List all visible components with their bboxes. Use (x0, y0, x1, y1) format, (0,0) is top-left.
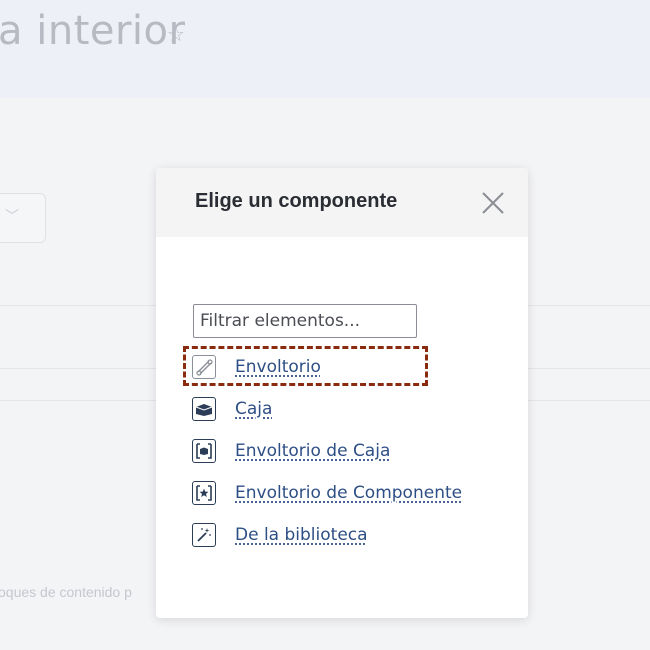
list-item-from-library[interactable]: De la biblioteca (192, 514, 512, 556)
box-wrapper-icon (192, 439, 216, 463)
chevron-down-icon: ﹀ (5, 208, 19, 224)
close-icon (482, 192, 504, 214)
box-icon (192, 397, 216, 421)
component-picker-dialog: Elige un componente Envoltorio (156, 168, 528, 618)
item-label[interactable]: Envoltorio de Componente (235, 483, 462, 503)
list-item-box[interactable]: Caja (192, 388, 512, 430)
item-label[interactable]: Caja (235, 399, 272, 419)
dialog-title: Elige un componente (195, 190, 398, 212)
item-label[interactable]: De la biblioteca (235, 525, 368, 545)
magic-wand-icon (192, 523, 216, 547)
item-label[interactable]: Envoltorio de Caja (235, 441, 390, 461)
dialog-header: Elige un componente (156, 168, 528, 237)
background-text: oques de contenido p (0, 584, 132, 600)
background-select[interactable]: ﹀ (0, 193, 46, 243)
item-label[interactable]: Envoltorio (235, 357, 321, 377)
component-wrapper-icon (192, 481, 216, 505)
list-item-wrapper[interactable]: Envoltorio (192, 346, 512, 388)
star-icon[interactable]: ☆ (167, 22, 185, 47)
page-header: a interior ☆ (0, 0, 650, 98)
list-item-box-wrapper[interactable]: Envoltorio de Caja (192, 430, 512, 472)
close-button[interactable] (478, 188, 508, 218)
page-title: a interior (0, 8, 186, 54)
component-list: Envoltorio Caja Envoltorio de Caja Envol… (192, 346, 512, 556)
filter-input[interactable] (193, 304, 417, 338)
wrapper-icon (192, 355, 216, 379)
list-item-component-wrapper[interactable]: Envoltorio de Componente (192, 472, 512, 514)
